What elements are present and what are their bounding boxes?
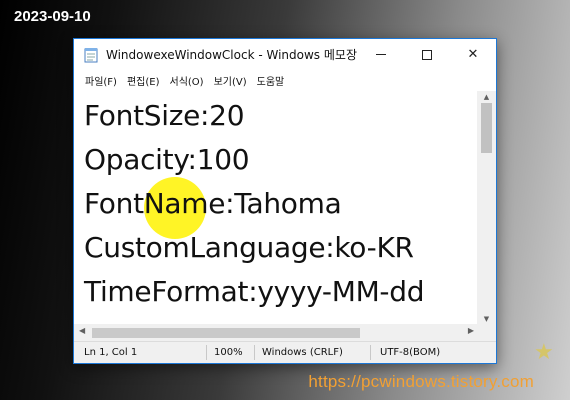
menu-format[interactable]: 서식(O)	[165, 73, 209, 88]
close-icon: ✕	[467, 47, 479, 62]
status-divider	[370, 345, 371, 360]
menu-bar: 파일(F) 편집(E) 서식(O) 보기(V) 도움말	[74, 70, 496, 90]
editor-line: FontSize:20	[84, 99, 245, 132]
horizontal-scrollbar[interactable]: ◀ ▶	[74, 324, 479, 341]
status-encoding: UTF-8(BOM)	[380, 347, 441, 358]
status-bar: Ln 1, Col 1 100% Windows (CRLF) UTF-8(BO…	[74, 341, 496, 363]
star-decoration-icon: ★	[534, 340, 554, 365]
vertical-scrollbar[interactable]: ▲ ▼	[477, 91, 496, 325]
text-editor[interactable]: FontSize:20 Opacity:100 FontName:Tahoma …	[74, 91, 479, 325]
editor-line: TimeFormat:yyyy-MM-dd	[84, 275, 425, 308]
editor-line: CustomLanguage:ko-KR	[84, 231, 414, 264]
minimize-button[interactable]	[358, 39, 404, 70]
menu-file[interactable]: 파일(F)	[80, 73, 122, 88]
horizontal-scroll-thumb[interactable]	[92, 328, 360, 338]
close-button[interactable]: ✕	[450, 39, 496, 70]
menu-help[interactable]: 도움말	[252, 73, 290, 88]
scroll-left-icon[interactable]: ◀	[79, 326, 85, 335]
notepad-window: WindowexeWindowClock - Windows 메모장 ✕ 파일(…	[73, 38, 497, 364]
notepad-icon	[82, 46, 100, 64]
vertical-scroll-thumb[interactable]	[481, 103, 492, 153]
menu-view[interactable]: 보기(V)	[209, 73, 252, 88]
scroll-right-icon[interactable]: ▶	[468, 326, 474, 335]
editor-line: FontName:Tahoma	[84, 187, 342, 220]
scrollbar-corner	[477, 324, 496, 341]
window-title: WindowexeWindowClock - Windows 메모장	[106, 48, 357, 62]
date-caption: 2023-09-10	[14, 8, 91, 25]
status-divider	[206, 345, 207, 360]
maximize-icon	[422, 49, 432, 60]
editor-line: Opacity:100	[84, 143, 250, 176]
site-url-caption: https://pcwindows.tistory.com	[308, 372, 534, 391]
status-divider	[254, 345, 255, 360]
scroll-up-icon[interactable]: ▲	[477, 93, 496, 101]
status-zoom: 100%	[214, 347, 243, 358]
maximize-button[interactable]	[404, 39, 450, 70]
status-position: Ln 1, Col 1	[84, 347, 138, 358]
title-bar[interactable]: WindowexeWindowClock - Windows 메모장 ✕	[74, 39, 496, 70]
minimize-icon	[376, 54, 386, 55]
menu-edit[interactable]: 편집(E)	[122, 73, 165, 88]
scroll-down-icon[interactable]: ▼	[477, 315, 496, 323]
status-line-ending: Windows (CRLF)	[262, 347, 343, 358]
